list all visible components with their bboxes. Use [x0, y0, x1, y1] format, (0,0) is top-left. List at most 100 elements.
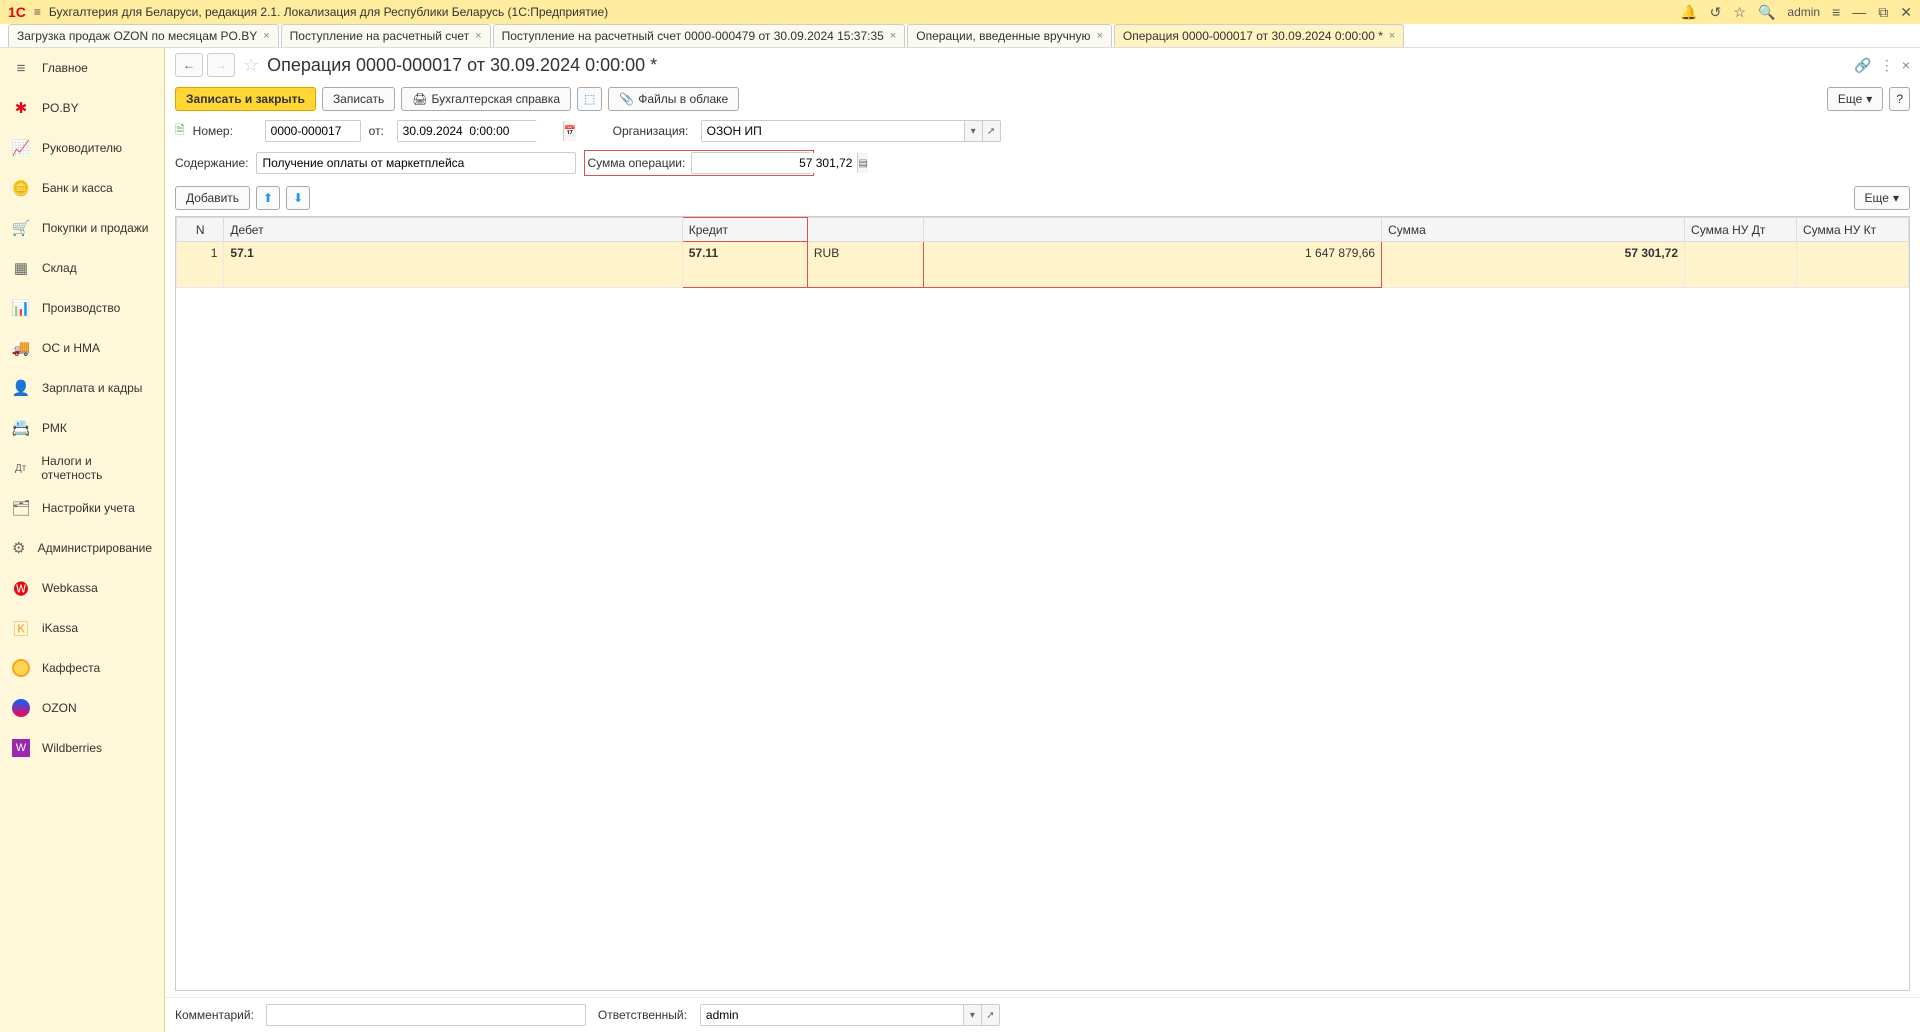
sidebar-item-ikassa[interactable]: 🄺iKassa: [0, 608, 164, 648]
tab-active[interactable]: Операция 0000-000017 от 30.09.2024 0:00:…: [1114, 24, 1404, 47]
tab[interactable]: Загрузка продаж OZON по месяцам PO.BY ×: [8, 24, 279, 47]
close-icon[interactable]: ×: [1389, 30, 1395, 42]
more-vert-icon[interactable]: ⋮: [1880, 57, 1894, 74]
org-input[interactable]: [702, 121, 964, 141]
open-ref-icon[interactable]: ➚: [982, 121, 1000, 141]
nav-back-button[interactable]: ←: [175, 53, 203, 77]
sidebar-item-main[interactable]: ≡Главное: [0, 48, 164, 88]
dt-kt-icon: ⬚: [584, 92, 595, 106]
dropdown-icon[interactable]: ▾: [964, 121, 982, 141]
tab[interactable]: Операции, введенные вручную×: [907, 24, 1112, 47]
sidebar-item-admin[interactable]: ⚙Администрирование: [0, 528, 164, 568]
dropdown-icon[interactable]: ▾: [963, 1005, 981, 1025]
minimize-icon[interactable]: —: [1852, 4, 1866, 20]
restore-icon[interactable]: ⧉: [1878, 4, 1888, 21]
sidebar-item-taxes[interactable]: ДтНалоги и отчетность: [0, 448, 164, 488]
sidebar-item-poby[interactable]: ✱PO.BY: [0, 88, 164, 128]
calendar-icon[interactable]: 📅: [563, 121, 576, 141]
sidebar-item-bank[interactable]: 🪙Банк и касса: [0, 168, 164, 208]
hamburger-icon[interactable]: ≡: [34, 5, 41, 19]
toolbar: Записать и закрыть Записать 🖨Бухгалтерск…: [165, 82, 1920, 116]
cell-credit-amt: 1 647 879,66: [923, 242, 1381, 288]
star-icon: ✱: [12, 99, 30, 117]
nav-forward-button[interactable]: →: [207, 53, 235, 77]
save-close-button[interactable]: Записать и закрыть: [175, 87, 316, 111]
table-more-button[interactable]: Еще ▾: [1854, 186, 1910, 210]
col-credit-amt[interactable]: [923, 218, 1381, 242]
sidebar-item-sales[interactable]: 🛒Покупки и продажи: [0, 208, 164, 248]
close-panel-icon[interactable]: ×: [1902, 57, 1910, 74]
save-button[interactable]: Записать: [322, 87, 395, 111]
table-row[interactable]: 1 57.1 57.11 RUB 1 647 879,66 57 301,72: [177, 242, 1909, 288]
sidebar-item-label: Webkassa: [42, 581, 98, 595]
open-ref-icon[interactable]: ➚: [981, 1005, 999, 1025]
tab[interactable]: Поступление на расчетный счет 0000-00047…: [493, 24, 906, 47]
move-down-button[interactable]: ⬇: [286, 186, 310, 210]
dt-kt-button[interactable]: ⬚: [577, 87, 602, 111]
content-input[interactable]: [256, 152, 576, 174]
sidebar-item-label: Настройки учета: [42, 501, 135, 515]
gear-icon: ⚙: [12, 539, 26, 557]
close-icon[interactable]: ×: [890, 30, 896, 42]
sidebar-item-rmk[interactable]: 📇РМК: [0, 408, 164, 448]
sum-input[interactable]: [692, 153, 857, 173]
history-icon[interactable]: ↺: [1710, 4, 1722, 21]
cell-credit-cur: RUB: [807, 242, 923, 288]
number-input[interactable]: [265, 120, 361, 142]
col-credit[interactable]: Кредит: [682, 218, 807, 242]
col-sum-nu-kt[interactable]: Сумма НУ Кт: [1796, 218, 1908, 242]
cell-sum-nu-kt: [1796, 242, 1908, 288]
sidebar-item-payroll[interactable]: 👤Зарплата и кадры: [0, 368, 164, 408]
responsible-input[interactable]: [701, 1005, 963, 1025]
table-header-row: N Дебет Кредит Сумма Сумма НУ Дт Сумма Н…: [177, 218, 1909, 242]
sidebar-item-assets[interactable]: 🚚ОС и НМА: [0, 328, 164, 368]
footer: Комментарий: Ответственный: ▾ ➚: [165, 997, 1920, 1032]
sidebar-item-label: iKassa: [42, 621, 78, 635]
sidebar-item-wildberries[interactable]: WWildberries: [0, 728, 164, 768]
sidebar-item-ozon[interactable]: OZON: [0, 688, 164, 728]
comment-label: Комментарий:: [175, 1008, 254, 1022]
sidebar-item-settings[interactable]: 🗂Настройки учета: [0, 488, 164, 528]
tab-label: Загрузка продаж OZON по месяцам PO.BY: [17, 29, 257, 43]
doc-status-icon: 🗎: [175, 121, 185, 142]
bell-icon[interactable]: 🔔: [1680, 4, 1697, 21]
star-icon[interactable]: ☆: [1733, 4, 1746, 21]
col-sum-nu-dt[interactable]: Сумма НУ Дт: [1685, 218, 1797, 242]
search-icon[interactable]: 🔍: [1758, 4, 1775, 21]
settings-icon[interactable]: ≡: [1832, 4, 1840, 20]
date-input[interactable]: [398, 121, 563, 141]
page-header: ← → ☆ Операция 0000-000017 от 30.09.2024…: [165, 48, 1920, 82]
col-debit[interactable]: Дебет: [224, 218, 682, 242]
close-icon[interactable]: ×: [1096, 30, 1102, 42]
user-label[interactable]: admin: [1787, 5, 1820, 19]
more-button[interactable]: Еще ▾: [1827, 87, 1883, 111]
col-n[interactable]: N: [177, 218, 224, 242]
col-credit-cur[interactable]: [807, 218, 923, 242]
move-up-button[interactable]: ⬆: [256, 186, 280, 210]
grid-icon: ▦: [12, 259, 30, 277]
favorite-icon[interactable]: ☆: [243, 55, 259, 76]
tabs-bar: Загрузка продаж OZON по месяцам PO.BY × П…: [0, 24, 1920, 48]
comment-input[interactable]: [266, 1004, 586, 1026]
add-button[interactable]: Добавить: [175, 186, 250, 210]
arrow-down-icon: ⬇: [293, 191, 303, 205]
help-button[interactable]: ?: [1889, 87, 1910, 111]
link-icon[interactable]: 🔗: [1854, 57, 1871, 74]
calc-icon[interactable]: ▤: [857, 153, 867, 173]
sidebar-item-warehouse[interactable]: ▦Склад: [0, 248, 164, 288]
sidebar-item-label: Банк и касса: [42, 181, 113, 195]
sidebar-item-label: ОС и НМА: [42, 341, 100, 355]
sidebar-item-webkassa[interactable]: 🅦Webkassa: [0, 568, 164, 608]
col-sum[interactable]: Сумма: [1382, 218, 1685, 242]
sidebar-item-kaffesta[interactable]: Каффеста: [0, 648, 164, 688]
sidebar-item-production[interactable]: 📊Производство: [0, 288, 164, 328]
close-window-icon[interactable]: ✕: [1900, 4, 1912, 21]
acct-report-button[interactable]: 🖨Бухгалтерская справка: [401, 87, 571, 111]
sidebar-item-manager[interactable]: 📈Руководителю: [0, 128, 164, 168]
files-cloud-button[interactable]: 📎Файлы в облаке: [608, 87, 739, 111]
sidebar: ≡Главное ✱PO.BY 📈Руководителю 🪙Банк и ка…: [0, 48, 165, 1032]
tab[interactable]: Поступление на расчетный счет×: [281, 24, 491, 47]
user-icon: 👤: [12, 379, 30, 397]
close-icon[interactable]: ×: [263, 30, 269, 42]
close-icon[interactable]: ×: [475, 30, 481, 42]
